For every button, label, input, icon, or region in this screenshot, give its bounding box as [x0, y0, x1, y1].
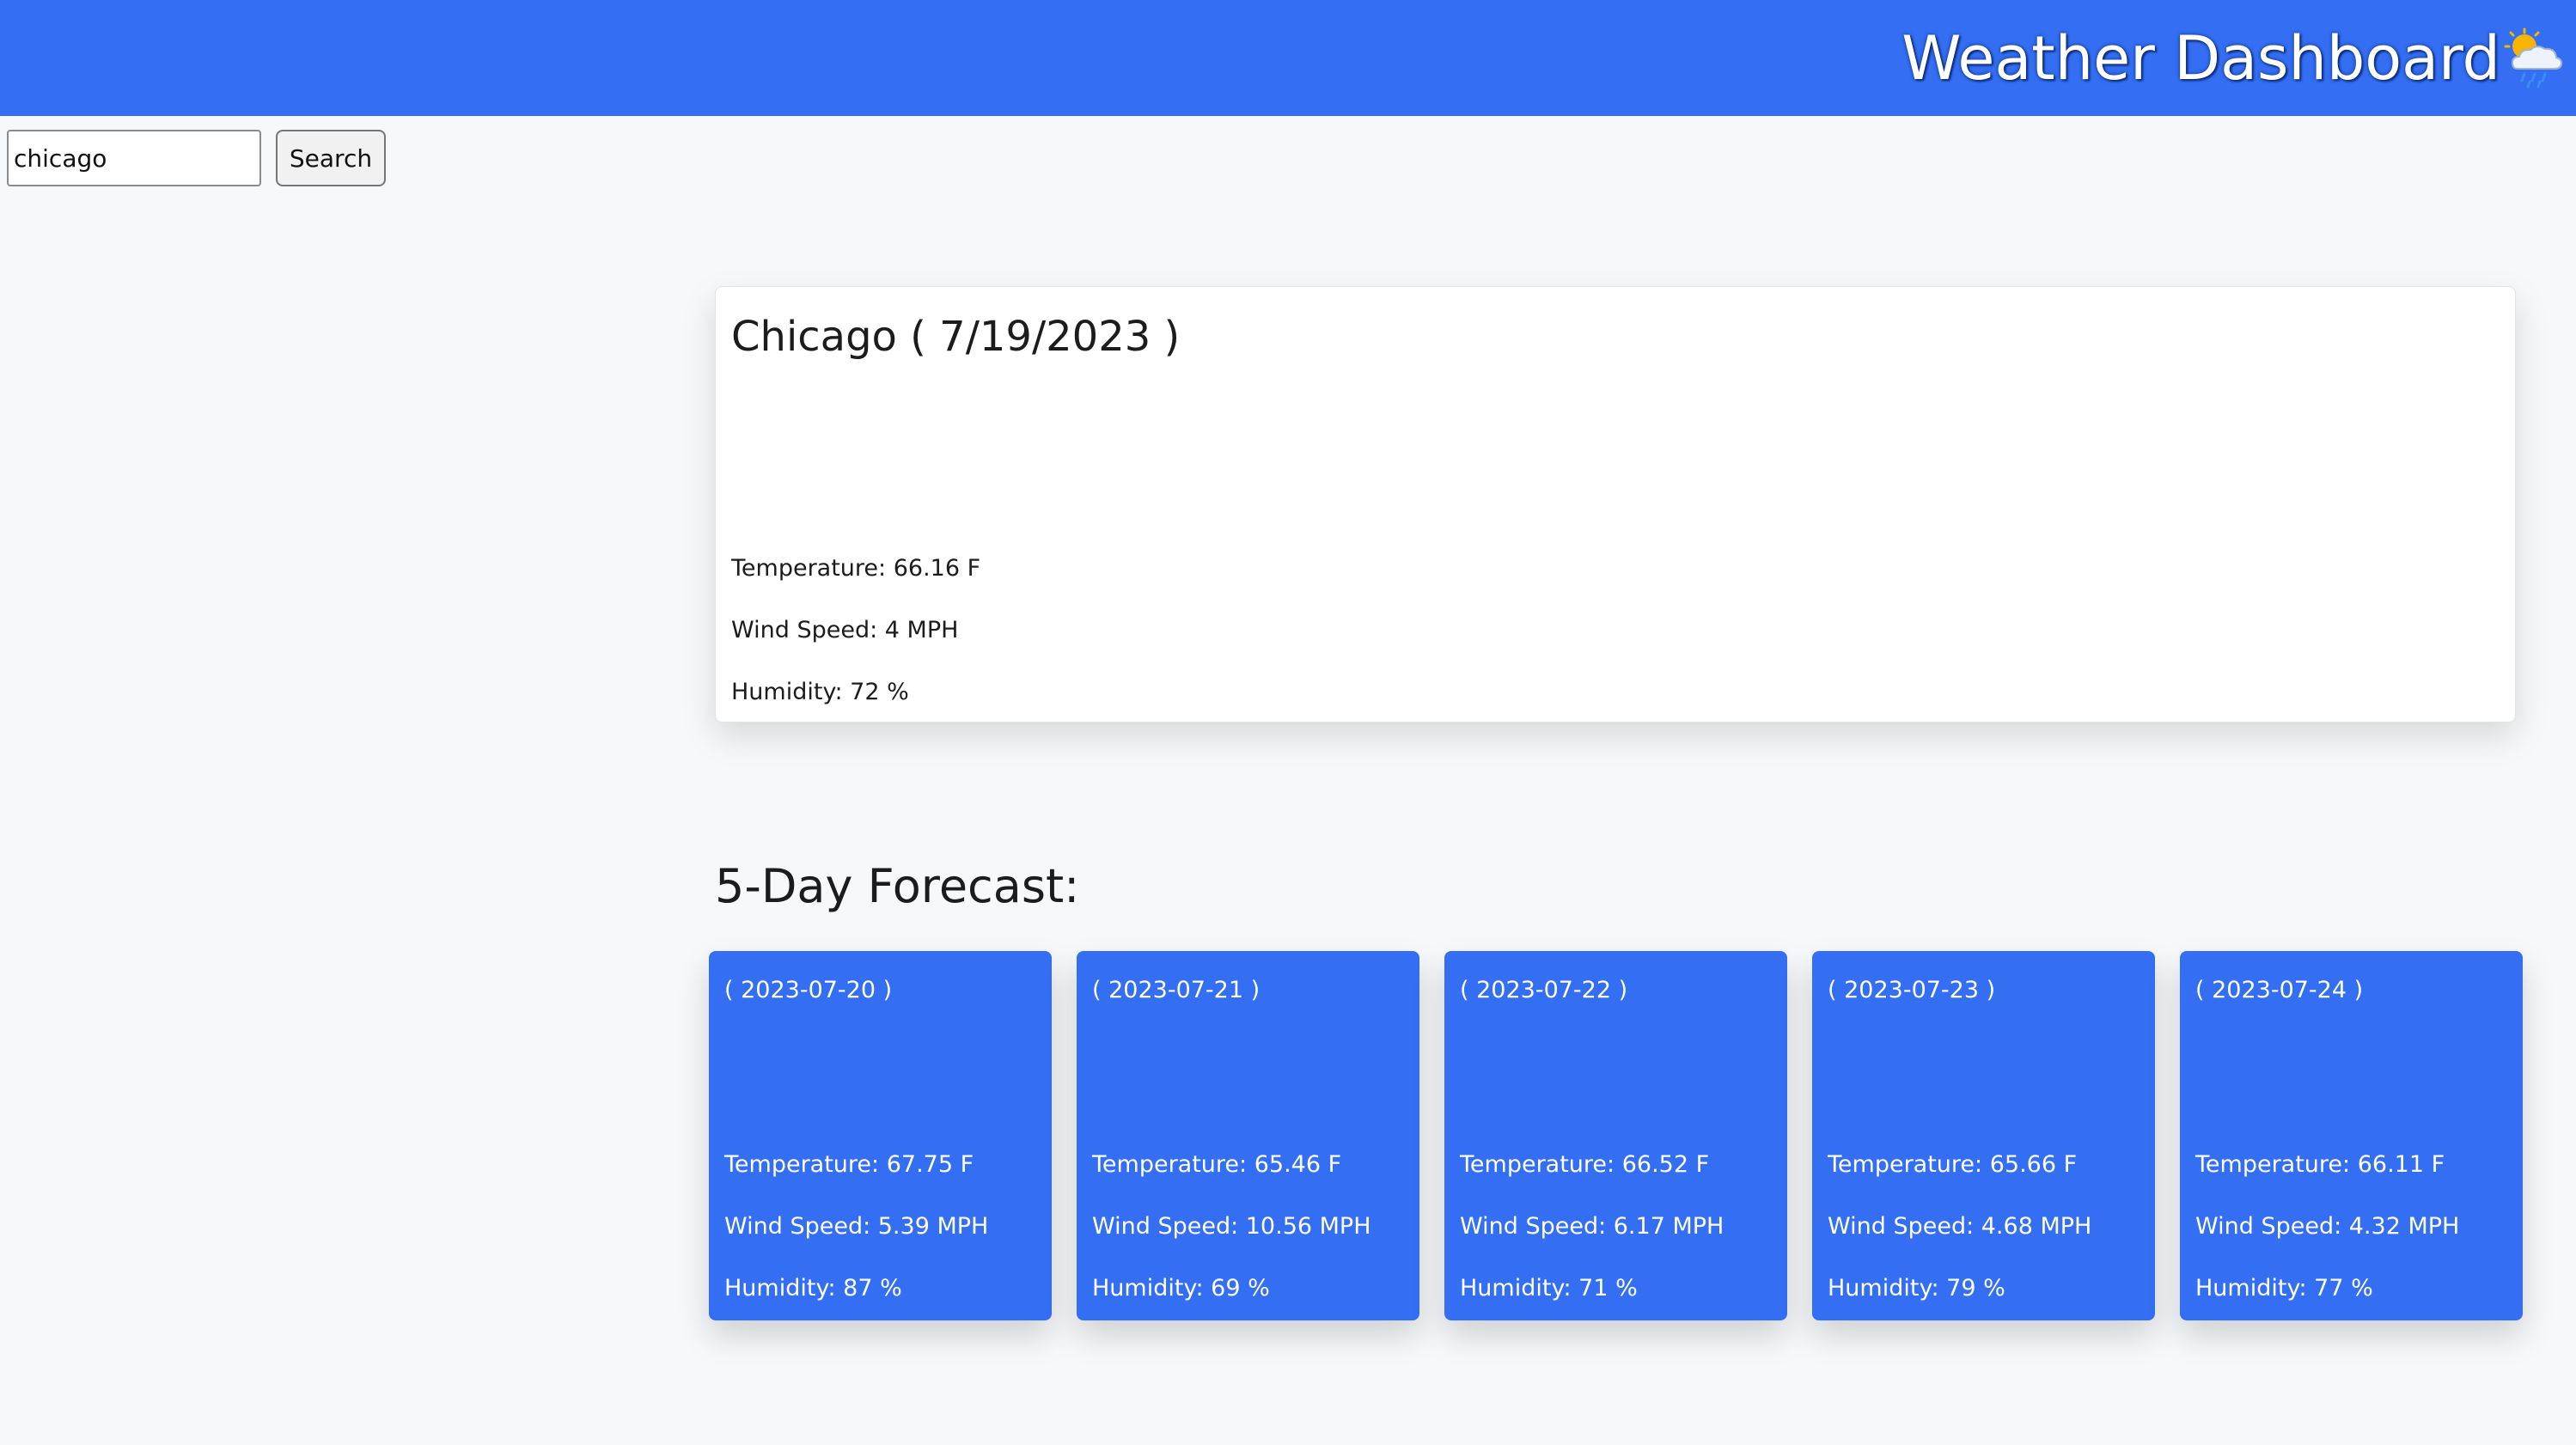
forecast-temperature: Temperature: 67.75 F	[724, 1151, 974, 1178]
forecast-temperature: Temperature: 65.66 F	[1828, 1151, 2078, 1178]
app-title: Weather Dashboard	[1901, 22, 2500, 94]
forecast-wind-speed: Wind Speed: 5.39 MPH	[724, 1213, 989, 1240]
forecast-wind-speed: Wind Speed: 4.32 MPH	[2195, 1213, 2460, 1240]
forecast-wind-speed: Wind Speed: 4.68 MPH	[1828, 1213, 2092, 1240]
app-title-wrap: Weather Dashboard	[1901, 0, 2566, 116]
forecast-card: ( 2023-07-20 ) Temperature: 67.75 F Wind…	[709, 951, 1052, 1320]
search-button[interactable]: Search	[276, 130, 386, 186]
forecast-date: ( 2023-07-22 )	[1460, 977, 1628, 1003]
forecast-date: ( 2023-07-23 )	[1828, 977, 1996, 1003]
forecast-date: ( 2023-07-20 )	[724, 977, 893, 1003]
current-city-date: Chicago ( 7/19/2023 )	[731, 313, 1181, 361]
sun-behind-rain-cloud-icon	[2504, 27, 2566, 89]
forecast-cards: ( 2023-07-20 ) Temperature: 67.75 F Wind…	[709, 951, 2523, 1320]
forecast-wind-speed: Wind Speed: 6.17 MPH	[1460, 1213, 1724, 1240]
current-humidity: Humidity: 72 %	[731, 679, 909, 705]
forecast-temperature: Temperature: 65.46 F	[1092, 1151, 1342, 1178]
current-weather-card: Chicago ( 7/19/2023 ) Temperature: 66.16…	[715, 286, 2516, 722]
forecast-humidity: Humidity: 71 %	[1460, 1275, 1638, 1302]
forecast-date: ( 2023-07-21 )	[1092, 977, 1261, 1003]
forecast-humidity: Humidity: 79 %	[1828, 1275, 2005, 1302]
forecast-card: ( 2023-07-23 ) Temperature: 65.66 F Wind…	[1812, 951, 2155, 1320]
forecast-humidity: Humidity: 77 %	[2195, 1275, 2373, 1302]
app-header: Weather Dashboard	[0, 0, 2576, 116]
current-wind-speed: Wind Speed: 4 MPH	[731, 617, 959, 643]
forecast-humidity: Humidity: 87 %	[724, 1275, 902, 1302]
forecast-card: ( 2023-07-24 ) Temperature: 66.11 F Wind…	[2180, 951, 2523, 1320]
current-temperature: Temperature: 66.16 F	[731, 555, 981, 582]
forecast-humidity: Humidity: 69 %	[1092, 1275, 1270, 1302]
forecast-temperature: Temperature: 66.11 F	[2195, 1151, 2445, 1178]
forecast-heading: 5-Day Forecast:	[715, 859, 1080, 913]
city-search-input[interactable]	[7, 130, 261, 186]
forecast-wind-speed: Wind Speed: 10.56 MPH	[1092, 1213, 1371, 1240]
forecast-card: ( 2023-07-22 ) Temperature: 66.52 F Wind…	[1444, 951, 1787, 1320]
forecast-date: ( 2023-07-24 )	[2195, 977, 2364, 1003]
forecast-card: ( 2023-07-21 ) Temperature: 65.46 F Wind…	[1077, 951, 1419, 1320]
forecast-temperature: Temperature: 66.52 F	[1460, 1151, 1710, 1178]
